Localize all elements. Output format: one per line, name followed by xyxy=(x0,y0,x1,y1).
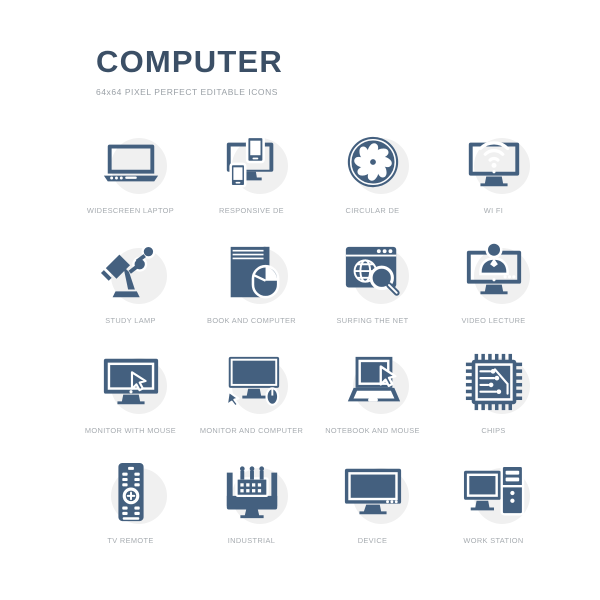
tv-remote-icon xyxy=(117,462,144,522)
icon-grid: WIDESCREEN LAPTOP RESPONSIVE DE CIRCULAR… xyxy=(70,122,540,562)
icon-area xyxy=(93,124,169,200)
icon-area xyxy=(93,454,169,530)
icon-area xyxy=(93,234,169,310)
icon-label: NOTEBOOK AND MOUSE xyxy=(325,426,420,435)
icon-label: CHIPS xyxy=(481,426,506,435)
icon-area xyxy=(335,234,411,310)
icon-label: RESPONSIVE DE xyxy=(219,206,284,215)
monitor-with-mouse-icon xyxy=(103,358,158,405)
icon-area xyxy=(214,234,290,310)
icon-area xyxy=(335,454,411,530)
icon-label: INDUSTRIAL xyxy=(227,536,276,545)
work-station-icon xyxy=(463,464,524,516)
icon-area xyxy=(214,124,290,200)
page-subtitle: 64x64 PIXEL PERFECT EDITABLE ICONS xyxy=(96,86,278,97)
icon-label: WI FI xyxy=(483,206,504,215)
circular-design-fan-icon xyxy=(347,136,398,188)
icon-label: WORK STATION xyxy=(463,536,524,545)
icon-cell-device[interactable]: DEVICE xyxy=(312,452,433,562)
icon-cell-surfing-the-net[interactable]: SURFING THE NET xyxy=(312,232,433,342)
icon-area xyxy=(214,454,290,530)
monitor-and-computer-icon xyxy=(225,356,279,408)
icon-cell-chips[interactable]: CHIPS xyxy=(433,342,554,452)
icon-cell-responsive-design[interactable]: RESPONSIVE DE xyxy=(191,122,312,232)
icon-label: TV REMOTE xyxy=(107,536,154,545)
icon-area xyxy=(214,344,290,420)
widescreen-laptop-icon xyxy=(103,144,158,182)
icon-area xyxy=(456,124,532,200)
icon-area xyxy=(335,344,411,420)
wifi-monitor-icon xyxy=(468,141,519,187)
icon-cell-industrial[interactable]: INDUSTRIAL xyxy=(191,452,312,562)
icon-cell-work-station[interactable]: WORK STATION xyxy=(433,452,554,562)
icon-area xyxy=(456,344,532,420)
icon-cell-wifi[interactable]: WI FI xyxy=(433,122,554,232)
icon-set-page: COMPUTER 64x64 PIXEL PERFECT EDITABLE IC… xyxy=(0,0,600,600)
page-header: COMPUTER 64x64 PIXEL PERFECT EDITABLE IC… xyxy=(96,44,516,97)
icon-label: MONITOR WITH MOUSE xyxy=(84,426,177,435)
icon-cell-notebook-and-mouse[interactable]: NOTEBOOK AND MOUSE xyxy=(312,342,433,452)
icon-cell-widescreen-laptop[interactable]: WIDESCREEN LAPTOP xyxy=(70,122,191,232)
icon-label: DEVICE xyxy=(357,536,388,545)
icon-area xyxy=(456,454,532,530)
icon-cell-study-lamp[interactable]: STUDY LAMP xyxy=(70,232,191,342)
icon-area xyxy=(456,234,532,310)
chips-icon xyxy=(465,353,522,411)
industrial-icon xyxy=(226,466,277,519)
icon-label: STUDY LAMP xyxy=(105,316,156,325)
study-lamp-icon xyxy=(100,244,155,298)
notebook-and-mouse-icon xyxy=(347,356,400,402)
video-lecture-icon xyxy=(466,241,521,295)
icon-cell-book-and-computer[interactable]: BOOK AND COMPUTER xyxy=(191,232,312,342)
icon-label: BOOK AND COMPUTER xyxy=(207,316,296,325)
icon-label: WIDESCREEN LAPTOP xyxy=(86,206,175,215)
icon-cell-circular-design[interactable]: CIRCULAR DE xyxy=(312,122,433,232)
surfing-the-net-icon xyxy=(345,246,400,296)
icon-cell-tv-remote[interactable]: TV REMOTE xyxy=(70,452,191,562)
icon-area xyxy=(93,344,169,420)
book-and-computer-icon xyxy=(230,246,279,299)
icon-label: CIRCULAR DE xyxy=(345,206,400,215)
device-monitor-icon xyxy=(344,468,401,515)
icon-area xyxy=(335,124,411,200)
responsive-design-icon xyxy=(226,135,273,188)
icon-label: VIDEO LECTURE xyxy=(461,316,526,325)
icon-cell-video-lecture[interactable]: VIDEO LECTURE xyxy=(433,232,554,342)
icon-label: SURFING THE NET xyxy=(336,316,409,325)
icon-label: MONITOR AND COMPUTER xyxy=(199,426,304,435)
page-title: COMPUTER xyxy=(96,44,283,79)
icon-cell-monitor-with-mouse[interactable]: MONITOR WITH MOUSE xyxy=(70,342,191,452)
icon-cell-monitor-and-computer[interactable]: MONITOR AND COMPUTER xyxy=(191,342,312,452)
